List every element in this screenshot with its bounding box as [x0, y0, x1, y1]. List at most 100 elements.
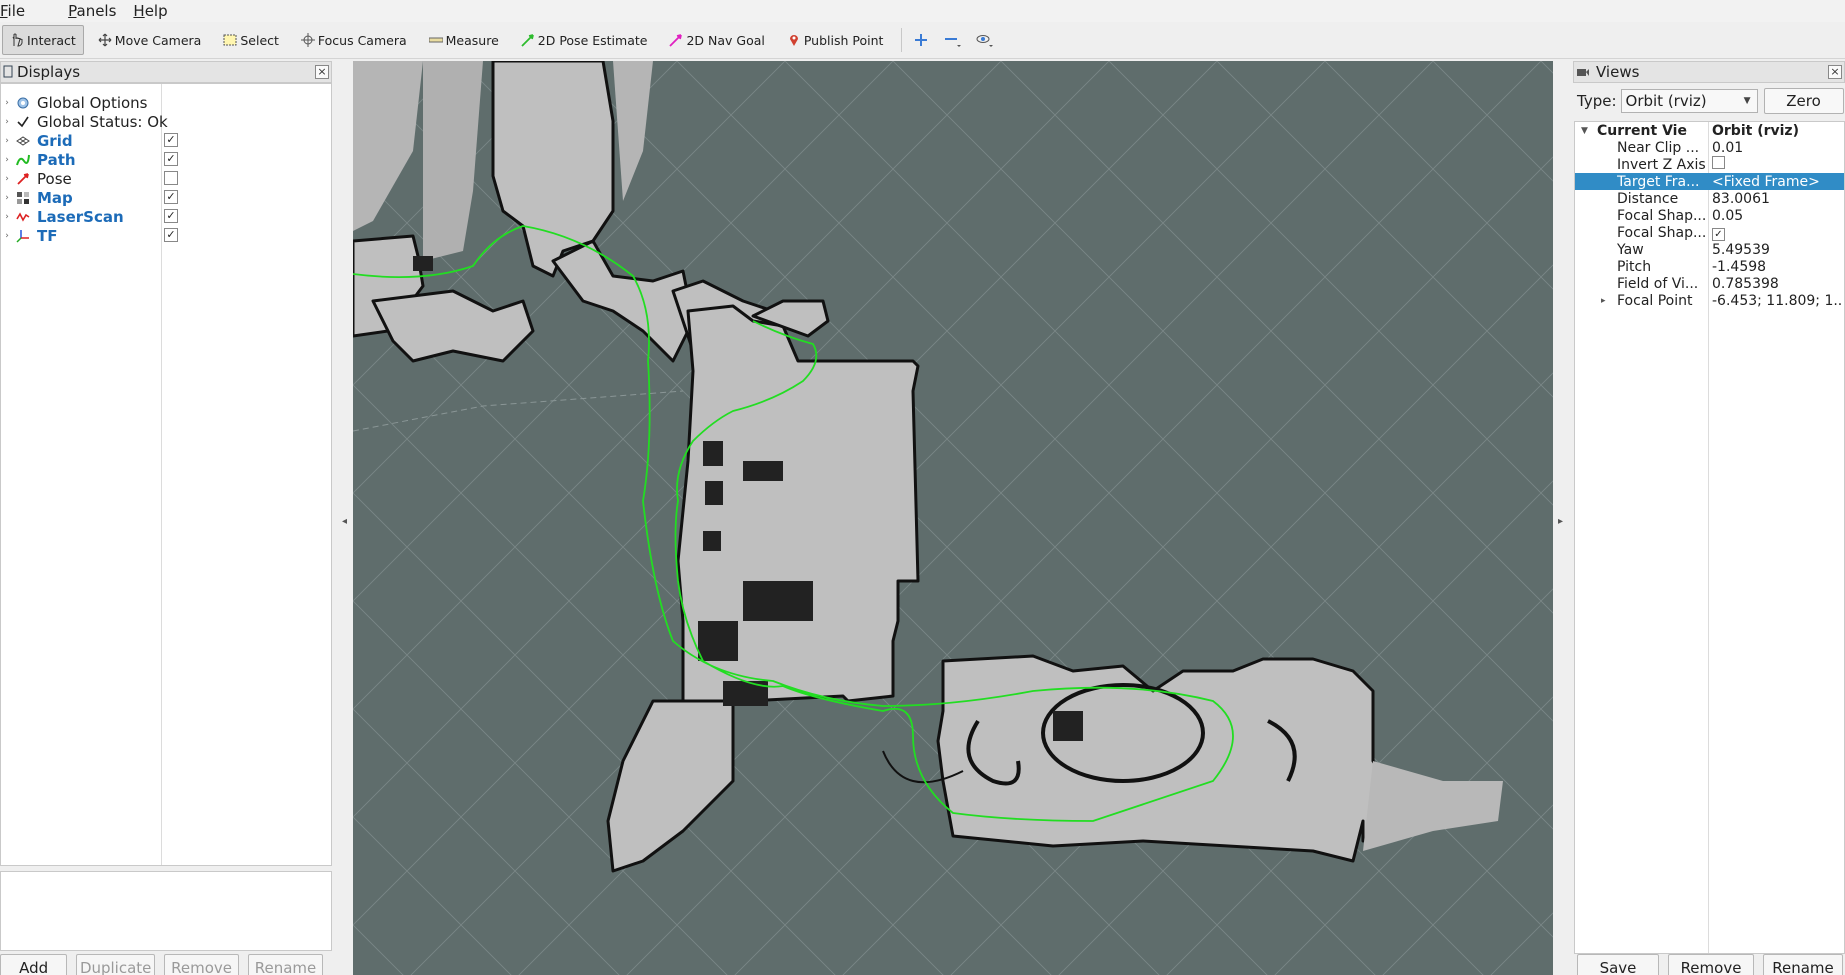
- remove-view-button[interactable]: Remove: [1668, 954, 1754, 975]
- display-item-global-options[interactable]: › Global Options: [1, 93, 331, 112]
- display-item-tf[interactable]: › TF ✓: [1, 226, 331, 245]
- monitor-icon: [3, 65, 13, 78]
- rename-view-button[interactable]: Rename: [1763, 954, 1843, 975]
- property-value[interactable]: -6.453; 11.809; 1...: [1712, 293, 1842, 309]
- focal-shape-fixed-row[interactable]: Focal Shap... ✓: [1575, 224, 1844, 241]
- 3d-viewport[interactable]: [353, 61, 1553, 975]
- expand-arrow-icon[interactable]: ›: [1, 155, 13, 165]
- pitch-row[interactable]: Pitch -1.4598: [1575, 258, 1844, 275]
- close-icon[interactable]: ×: [1828, 65, 1842, 79]
- green-arrow-icon: [521, 33, 535, 47]
- property-key: Focal Point: [1617, 292, 1693, 309]
- invert-z-row[interactable]: Invert Z Axis: [1575, 156, 1844, 173]
- map-checkbox[interactable]: ✓: [164, 190, 178, 204]
- save-view-button[interactable]: Save: [1577, 954, 1659, 975]
- property-value[interactable]: <Fixed Frame>: [1712, 174, 1842, 190]
- property-value[interactable]: 0.01: [1712, 140, 1842, 156]
- interact-tool-button[interactable]: Interact: [2, 25, 84, 55]
- grid-checkbox[interactable]: ✓: [164, 133, 178, 147]
- collapse-left-icon[interactable]: ◂: [342, 516, 347, 527]
- menu-file[interactable]: File: [0, 2, 32, 20]
- property-key: Target Fra...: [1617, 173, 1700, 190]
- menu-help[interactable]: Help: [133, 2, 174, 20]
- property-value[interactable]: 0.785398: [1712, 276, 1842, 292]
- display-item-global-status[interactable]: › Global Status: Ok: [1, 112, 331, 131]
- focal-shape-size-row[interactable]: Focal Shap... 0.05: [1575, 207, 1844, 224]
- expand-arrow-icon[interactable]: ›: [1, 136, 13, 146]
- nav-goal-tool-button[interactable]: 2D Nav Goal: [661, 25, 772, 55]
- tool-label: Measure: [445, 32, 499, 48]
- tool-label: Select: [240, 32, 279, 48]
- focal-shape-checkbox[interactable]: ✓: [1712, 227, 1725, 241]
- selection-box-icon: [223, 33, 237, 47]
- display-item-path[interactable]: › Path ✓: [1, 150, 331, 169]
- focus-camera-tool-button[interactable]: Focus Camera: [293, 25, 415, 55]
- rename-display-button[interactable]: Rename: [248, 954, 323, 975]
- displays-panel: Displays × › Global Options › Global Sta…: [0, 61, 332, 975]
- add-display-button[interactable]: Add: [0, 954, 68, 975]
- select-tool-button[interactable]: Select: [215, 25, 287, 55]
- publish-point-tool-button[interactable]: Publish Point: [779, 25, 892, 55]
- map-icon: [15, 190, 31, 206]
- near-clip-row[interactable]: Near Clip ... 0.01: [1575, 139, 1844, 156]
- views-panel: Views × Type: Orbit (rviz) ▼ Zero ▼ Curr…: [1573, 61, 1845, 975]
- move-camera-tool-button[interactable]: Move Camera: [90, 25, 210, 55]
- tf-checkbox[interactable]: ✓: [164, 228, 178, 242]
- property-value[interactable]: 0.05: [1712, 208, 1842, 224]
- property-value[interactable]: 83.0061: [1712, 191, 1842, 207]
- display-item-laserscan[interactable]: › LaserScan ✓: [1, 207, 331, 226]
- remove-display-button[interactable]: Remove: [164, 954, 240, 975]
- target-frame-row[interactable]: Target Fra... <Fixed Frame>: [1575, 173, 1844, 190]
- display-label: Grid: [37, 131, 73, 150]
- expand-arrow-icon[interactable]: ›: [1, 98, 13, 108]
- distance-row[interactable]: Distance 83.0061: [1575, 190, 1844, 207]
- focal-point-row[interactable]: ▸ Focal Point -6.453; 11.809; 1...: [1575, 292, 1844, 309]
- field-of-view-row[interactable]: Field of Vi... 0.785398: [1575, 275, 1844, 292]
- left-splitter[interactable]: ◂: [333, 61, 353, 975]
- add-tool-button[interactable]: [910, 29, 932, 51]
- displays-title: Displays: [17, 63, 81, 81]
- expand-arrow-icon[interactable]: ›: [1, 117, 13, 127]
- pose-checkbox[interactable]: [164, 171, 178, 185]
- expand-arrow-icon[interactable]: ▸: [1601, 296, 1606, 306]
- menu-panels[interactable]: Panels: [68, 2, 123, 20]
- view-type-select[interactable]: Orbit (rviz) ▼: [1620, 89, 1758, 113]
- expand-arrow-icon[interactable]: ›: [1, 212, 13, 222]
- close-icon[interactable]: ×: [315, 65, 329, 79]
- plus-icon: [915, 34, 928, 46]
- yaw-row[interactable]: Yaw 5.49539: [1575, 241, 1844, 258]
- tool-label: 2D Nav Goal: [686, 32, 765, 48]
- display-label: Pose: [37, 169, 72, 188]
- displays-buttons: Add Duplicate Remove Rename: [0, 954, 332, 975]
- collapse-right-icon[interactable]: ▸: [1558, 516, 1563, 527]
- measure-tool-button[interactable]: Measure: [421, 25, 507, 55]
- display-label: Map: [37, 188, 73, 207]
- current-view-row[interactable]: ▼ Current View Orbit (rviz): [1575, 122, 1844, 139]
- zero-button[interactable]: Zero: [1763, 88, 1844, 114]
- expand-arrow-icon[interactable]: ›: [1, 231, 13, 241]
- property-value[interactable]: -1.4598: [1712, 259, 1842, 275]
- panel-visibility-button[interactable]: [974, 29, 996, 51]
- expanded-arrow-icon[interactable]: ▼: [1581, 126, 1588, 136]
- property-key: Focal Shap...: [1617, 224, 1707, 241]
- property-key: Distance: [1617, 190, 1679, 207]
- display-item-grid[interactable]: › Grid ✓: [1, 131, 331, 150]
- toolbar: Interact Move Camera Select Focus Camera…: [0, 22, 1845, 59]
- toolbar-separator: [901, 28, 903, 52]
- path-checkbox[interactable]: ✓: [164, 152, 178, 166]
- laserscan-checkbox[interactable]: ✓: [164, 209, 178, 223]
- tf-axes-icon: [15, 228, 31, 244]
- tool-label: Focus Camera: [317, 32, 407, 48]
- property-key: Field of Vi...: [1617, 275, 1699, 292]
- display-item-pose[interactable]: › Pose: [1, 169, 331, 188]
- right-splitter[interactable]: ▸: [1553, 61, 1573, 975]
- display-item-map[interactable]: › Map ✓: [1, 188, 331, 207]
- duplicate-display-button[interactable]: Duplicate: [76, 954, 156, 975]
- pose-estimate-tool-button[interactable]: 2D Pose Estimate: [513, 25, 656, 55]
- expand-arrow-icon[interactable]: ›: [1, 193, 13, 203]
- expand-arrow-icon[interactable]: ›: [1, 174, 13, 184]
- property-value[interactable]: 5.49539: [1712, 242, 1842, 258]
- ruler-icon: [428, 33, 444, 47]
- remove-tool-button[interactable]: [942, 29, 964, 51]
- invert-z-checkbox[interactable]: [1712, 156, 1725, 169]
